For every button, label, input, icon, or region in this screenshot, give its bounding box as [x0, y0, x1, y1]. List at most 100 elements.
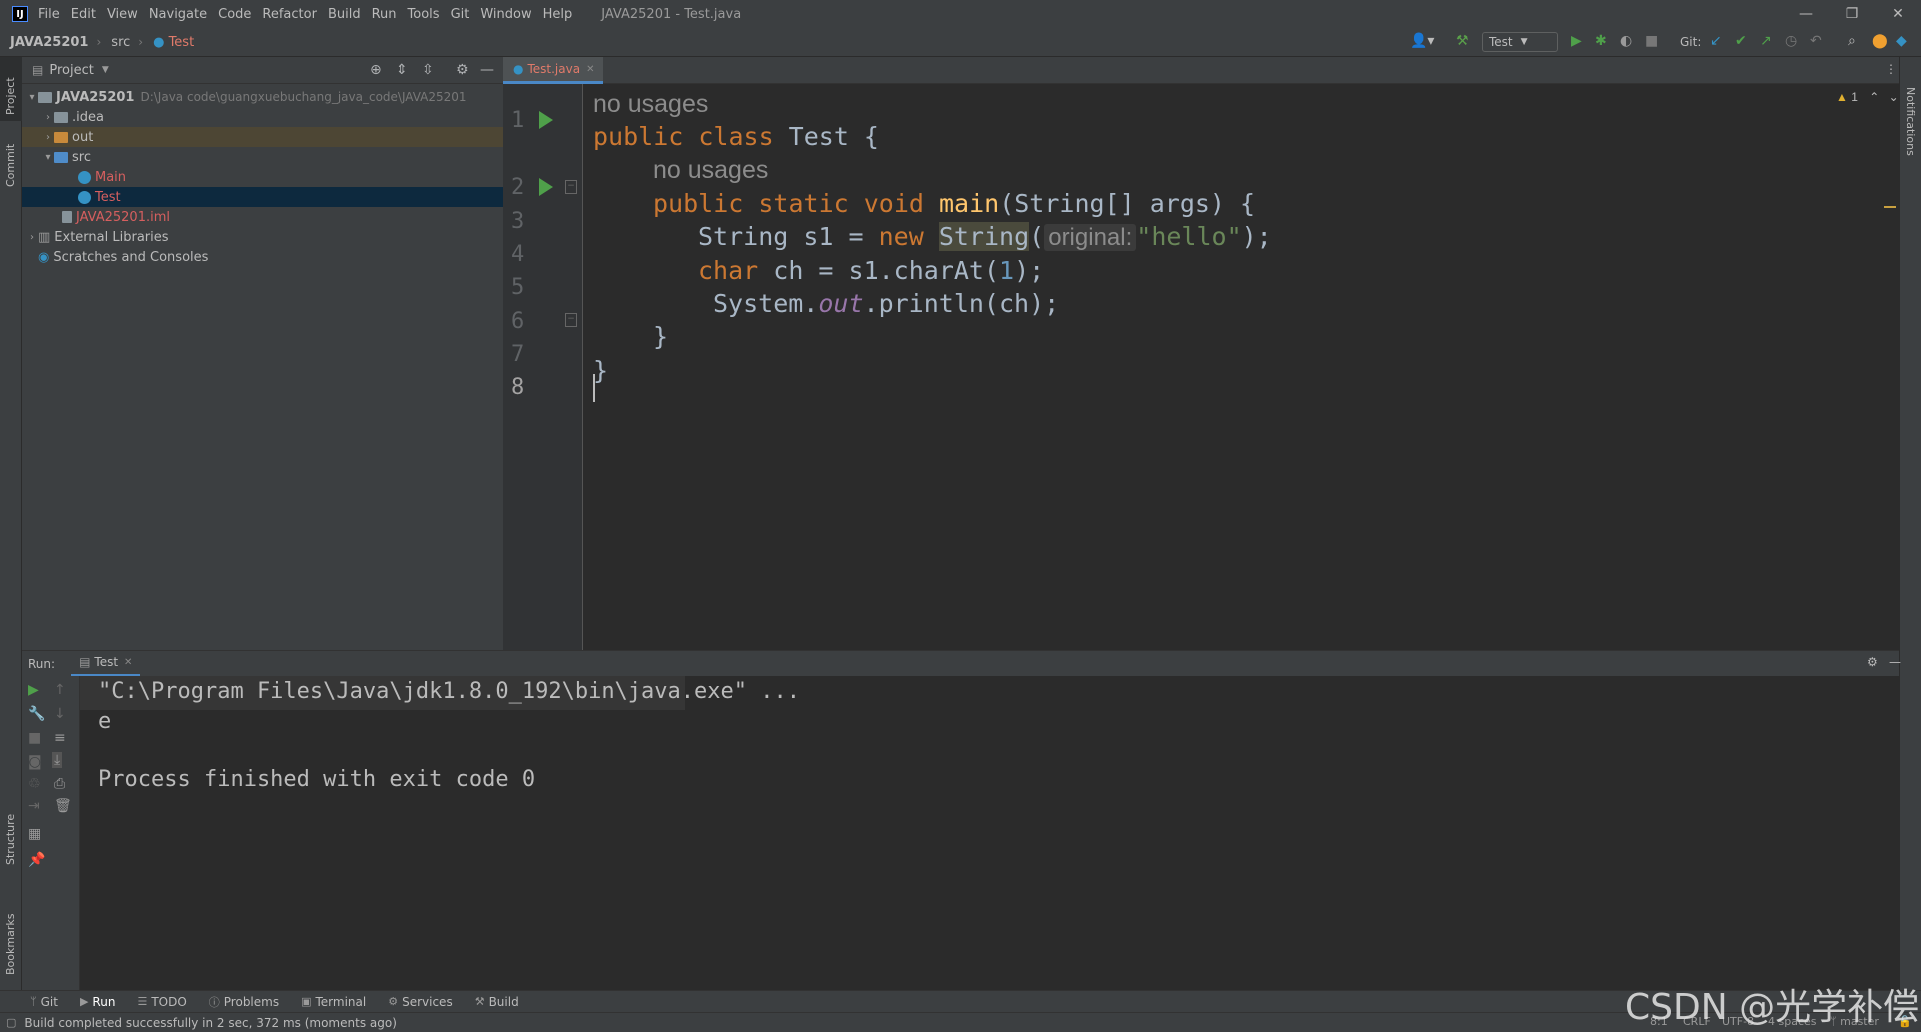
- code-editor[interactable]: no usages public class Test { no usages …: [584, 84, 1899, 650]
- stop-icon[interactable]: ■: [1645, 33, 1658, 49]
- camera-icon[interactable]: ◙: [28, 754, 42, 770]
- code-text: String s1 =: [698, 222, 879, 251]
- tree-item-main[interactable]: Main: [22, 167, 503, 187]
- menu-help[interactable]: Help: [543, 7, 573, 22]
- menu-window[interactable]: Window: [480, 7, 531, 22]
- plugin-icon[interactable]: ◆: [1896, 33, 1907, 49]
- build-hammer-icon[interactable]: ⚒: [1456, 33, 1469, 49]
- rollback-icon[interactable]: ↶: [1810, 33, 1822, 49]
- breadcrumb-project[interactable]: JAVA25201: [10, 35, 88, 50]
- down-arrow-icon[interactable]: ↓: [54, 706, 66, 722]
- tab-git[interactable]: ᛘ Git: [30, 995, 58, 1009]
- fold-icon[interactable]: −: [565, 180, 577, 194]
- tree-item-src[interactable]: ▾ src: [22, 147, 503, 167]
- tree-item-iml[interactable]: JAVA25201.iml: [22, 207, 503, 227]
- gear-icon[interactable]: ⚙: [456, 62, 469, 78]
- menu-navigate[interactable]: Navigate: [149, 7, 207, 22]
- tab-todo[interactable]: ☰ TODO: [137, 995, 186, 1009]
- menu-view[interactable]: View: [107, 7, 138, 22]
- run-class-icon[interactable]: [539, 111, 553, 129]
- usages-hint[interactable]: no usages: [593, 90, 708, 119]
- close-tab-icon[interactable]: ✕: [124, 657, 132, 668]
- scroll-to-end-icon[interactable]: ⤓: [52, 752, 63, 768]
- coverage-icon[interactable]: ◐: [1620, 33, 1632, 49]
- chevron-down-icon: ▾: [29, 91, 35, 103]
- print-icon[interactable]: ⎙: [54, 776, 65, 792]
- soft-wrap-icon[interactable]: ≡: [54, 730, 66, 746]
- breadcrumb-file[interactable]: ● Test: [153, 35, 194, 50]
- menu-git[interactable]: Git: [451, 7, 470, 22]
- tool-notifications[interactable]: Notifications: [1904, 87, 1917, 156]
- update-icon[interactable]: ⬤: [1872, 33, 1888, 49]
- trash-icon[interactable]: 🗑: [54, 798, 72, 814]
- previous-highlight-icon[interactable]: ⌃: [1869, 90, 1879, 104]
- menu-edit[interactable]: Edit: [71, 7, 96, 22]
- wrench-icon[interactable]: 🔧: [28, 706, 45, 722]
- tab-problems[interactable]: ⓘ Problems: [209, 994, 279, 1010]
- exit-icon[interactable]: ⇥: [28, 798, 40, 814]
- tab-terminal[interactable]: ▣ Terminal: [301, 995, 366, 1009]
- menu-code[interactable]: Code: [218, 7, 251, 22]
- menu-tools[interactable]: Tools: [408, 7, 440, 22]
- collapse-all-icon[interactable]: ⇳: [422, 62, 434, 78]
- status-window-icon[interactable]: ▢: [6, 1016, 16, 1029]
- expand-all-icon[interactable]: ⇕: [396, 62, 408, 78]
- menu-refactor[interactable]: Refactor: [262, 7, 317, 22]
- tree-item-external-libraries[interactable]: › ▥ External Libraries: [22, 227, 503, 247]
- locate-icon[interactable]: ⊕: [370, 62, 382, 78]
- rerun-icon[interactable]: ▶: [28, 682, 39, 698]
- warning-stripe[interactable]: [1884, 206, 1896, 208]
- menu-run[interactable]: Run: [372, 7, 397, 22]
- status-message[interactable]: Build completed successfully in 2 sec, 3…: [24, 1016, 396, 1030]
- fold-icon[interactable]: −: [565, 313, 577, 327]
- tab-services[interactable]: ⚙ Services: [388, 995, 452, 1009]
- git-push-icon[interactable]: ↗: [1760, 33, 1772, 49]
- stop-icon[interactable]: ■: [28, 730, 41, 746]
- run-config-select[interactable]: Test ▼: [1482, 32, 1558, 52]
- usages-hint[interactable]: no usages: [653, 156, 768, 185]
- more-icon[interactable]: ⋮: [1885, 62, 1897, 76]
- tree-item-out[interactable]: › out: [22, 127, 503, 147]
- gear-icon[interactable]: ⚙: [1867, 655, 1878, 669]
- tool-commit[interactable]: Commit: [4, 144, 17, 187]
- search-icon[interactable]: ⌕: [1848, 33, 1856, 49]
- tab-build[interactable]: ⚒ Build: [475, 995, 519, 1009]
- minimize-icon[interactable]: —: [1783, 0, 1829, 28]
- tool-structure[interactable]: Structure: [4, 814, 17, 865]
- run-main-icon[interactable]: [539, 178, 553, 196]
- hide-icon[interactable]: —: [1889, 655, 1901, 669]
- console-line: e: [98, 709, 112, 734]
- hide-icon[interactable]: —: [480, 62, 494, 78]
- inspection-widget[interactable]: ▲ 1 ⌃ ⌄: [1836, 90, 1899, 104]
- console-output[interactable]: "C:\Program Files\Java\jdk1.8.0_192\bin\…: [80, 676, 1899, 990]
- tool-project[interactable]: Project: [4, 77, 17, 115]
- run-icon[interactable]: ▶: [1571, 33, 1582, 49]
- history-icon[interactable]: ◷: [1785, 33, 1797, 49]
- git-commit-icon[interactable]: ✔: [1735, 33, 1747, 49]
- layout-icon[interactable]: ▦: [28, 826, 41, 842]
- breadcrumb-src[interactable]: src: [111, 35, 130, 50]
- tab-test-java[interactable]: ● Test.java ✕: [503, 57, 603, 84]
- restore-layout-icon[interactable]: ♲: [28, 776, 41, 792]
- menu-file[interactable]: File: [38, 7, 60, 22]
- pin-icon[interactable]: 📌: [28, 852, 45, 868]
- account-icon[interactable]: 👤▾: [1410, 33, 1434, 49]
- close-icon[interactable]: ✕: [1875, 0, 1921, 28]
- project-view-label[interactable]: Project: [49, 63, 93, 78]
- git-update-icon[interactable]: ↙: [1710, 33, 1722, 49]
- tree-item-idea[interactable]: › .idea: [22, 107, 503, 127]
- run-tab-test[interactable]: ▤ Test ✕: [71, 651, 141, 677]
- tree-item-scratches[interactable]: ◉ Scratches and Consoles: [22, 247, 503, 267]
- chevron-right-icon: ›: [46, 131, 50, 143]
- tree-item-test[interactable]: Test: [22, 187, 503, 207]
- close-tab-icon[interactable]: ✕: [586, 64, 594, 75]
- restore-icon[interactable]: ❐: [1829, 0, 1875, 28]
- up-arrow-icon[interactable]: ↑: [54, 682, 66, 698]
- debug-icon[interactable]: ✱: [1595, 33, 1607, 49]
- tab-run[interactable]: ▶ Run: [80, 995, 115, 1009]
- chevron-down-icon[interactable]: ▼: [102, 65, 109, 75]
- menu-build[interactable]: Build: [328, 7, 361, 22]
- tool-bookmarks[interactable]: Bookmarks: [4, 914, 17, 975]
- tree-item-project-root[interactable]: ▾ JAVA25201 D:\Java code\guangxuebuchang…: [22, 87, 503, 107]
- next-highlight-icon[interactable]: ⌄: [1889, 90, 1899, 104]
